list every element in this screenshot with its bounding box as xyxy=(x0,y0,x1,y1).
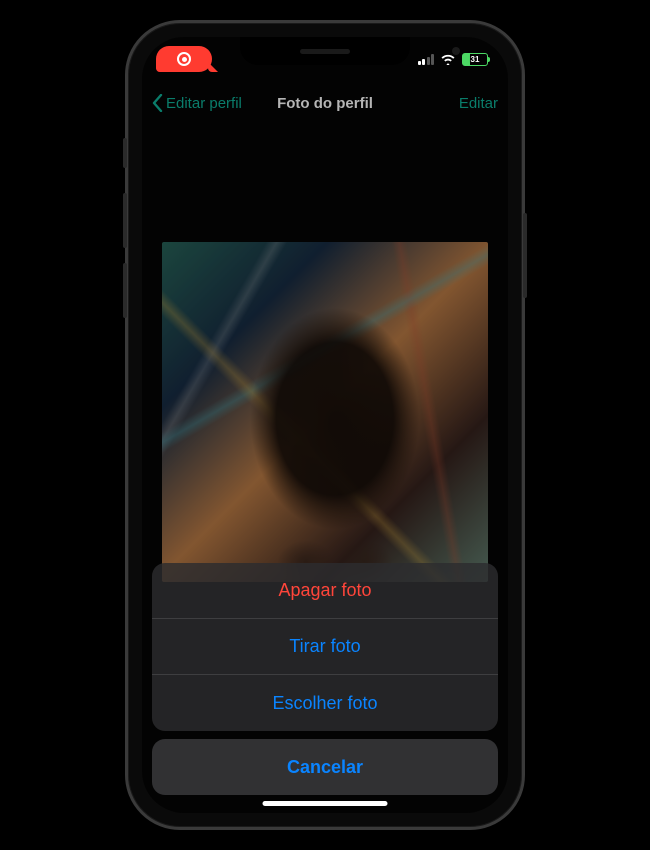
notch xyxy=(142,37,508,73)
cancel-button[interactable]: Cancelar xyxy=(152,739,498,795)
volume-up-button xyxy=(123,193,127,248)
action-sheet: Apagar foto Tirar foto Escolher foto Can… xyxy=(152,563,498,795)
speaker-grille xyxy=(300,49,350,54)
mute-switch xyxy=(123,138,127,168)
page-title: Foto do perfil xyxy=(277,95,373,112)
photo-face-silhouette xyxy=(162,242,488,582)
front-camera xyxy=(452,47,460,55)
back-label: Editar perfil xyxy=(166,95,242,112)
navigation-bar: Editar perfil Foto do perfil Editar xyxy=(142,81,508,125)
delete-photo-option[interactable]: Apagar foto xyxy=(152,563,498,619)
choose-photo-option[interactable]: Escolher foto xyxy=(152,675,498,731)
volume-down-button xyxy=(123,263,127,318)
power-button xyxy=(523,213,527,298)
home-indicator[interactable] xyxy=(263,801,388,806)
edit-button[interactable]: Editar xyxy=(459,95,498,112)
action-sheet-options: Apagar foto Tirar foto Escolher foto xyxy=(152,563,498,731)
chevron-left-icon xyxy=(152,94,163,112)
phone-screen: 31 Editar perfil Foto do perfil Editar A… xyxy=(142,37,508,813)
take-photo-option[interactable]: Tirar foto xyxy=(152,619,498,675)
back-button[interactable]: Editar perfil xyxy=(152,94,242,112)
profile-photo xyxy=(162,242,488,582)
phone-device-frame: 31 Editar perfil Foto do perfil Editar A… xyxy=(125,20,525,830)
